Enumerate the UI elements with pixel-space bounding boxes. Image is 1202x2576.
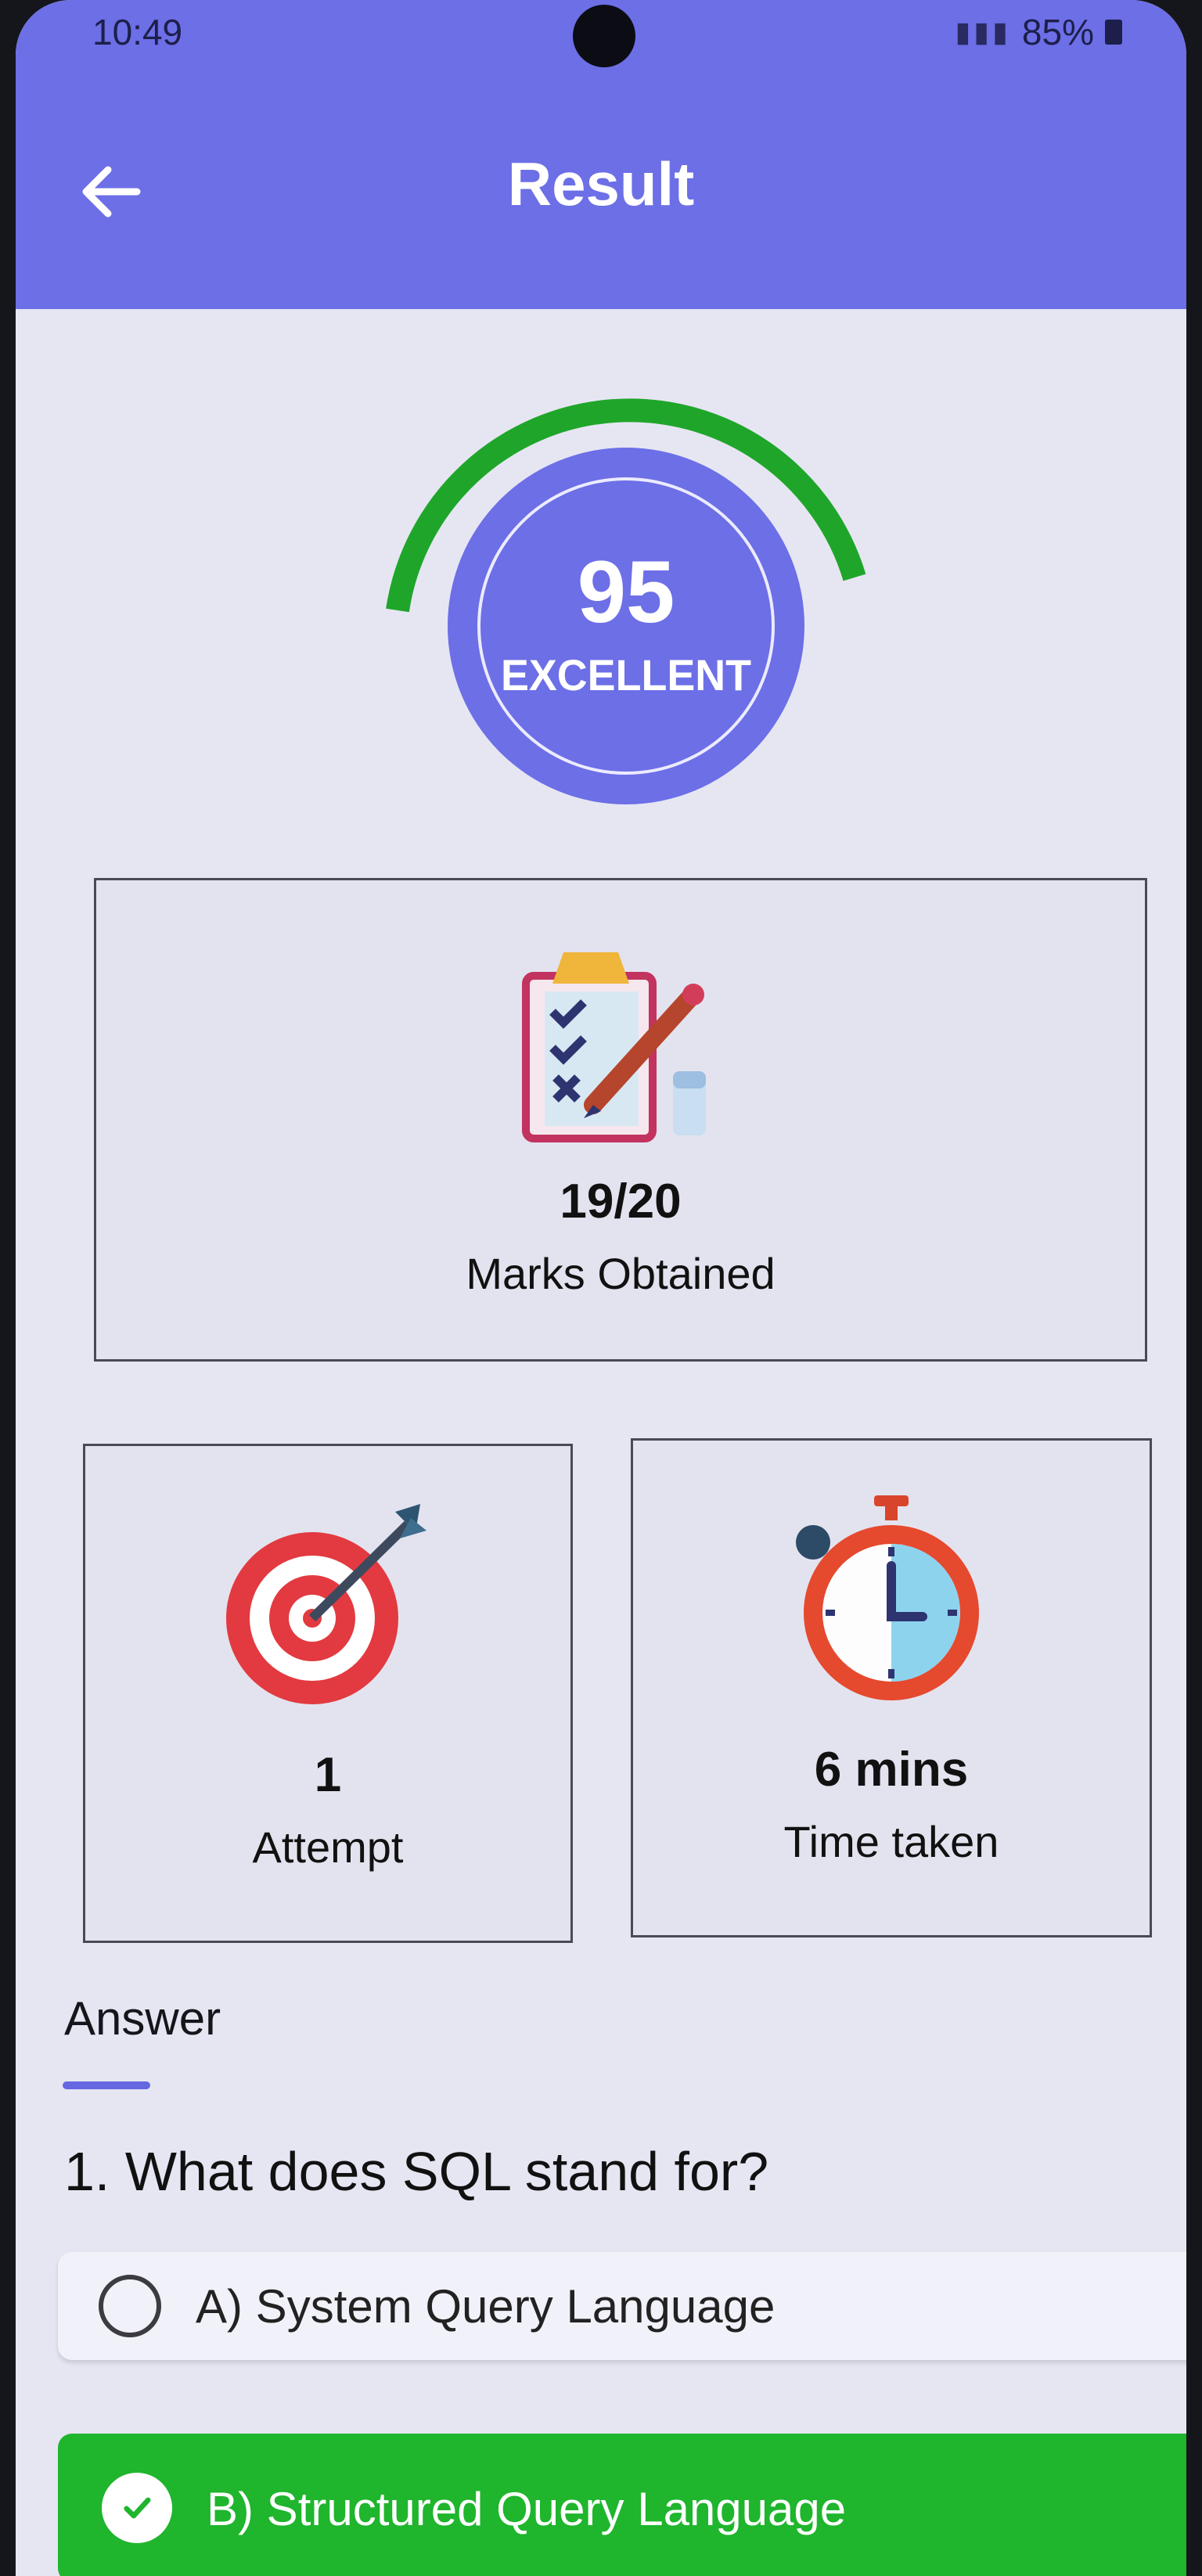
score-gauge: 95 EXCELLENT <box>386 398 866 804</box>
time-value: 6 mins <box>814 1743 969 1797</box>
attempt-value: 1 <box>314 1748 342 1802</box>
time-card: 6 mins Time taken <box>631 1438 1152 1937</box>
answer-heading-underline <box>63 2081 150 2089</box>
attempt-label: Attempt <box>252 1822 404 1872</box>
front-camera <box>573 5 635 67</box>
option-a[interactable]: A) System Query Language <box>58 2252 1186 2360</box>
target-icon <box>226 1504 426 1704</box>
status-bar: 10:49 ▮▮▮ 85% <box>16 5 1186 67</box>
page-title: Result <box>507 149 695 218</box>
radio-unchecked-icon <box>99 2275 161 2337</box>
status-time: 10:49 <box>92 12 183 52</box>
signal-icon: ▮▮▮ <box>955 16 1011 48</box>
clipboard-checklist-icon <box>522 952 706 1142</box>
marks-value: 19/20 <box>560 1175 682 1229</box>
battery-icon <box>1105 20 1122 45</box>
time-label: Time taken <box>783 1817 999 1866</box>
option-a-label: A) System Query Language <box>196 2279 776 2333</box>
question-text: 1. What does SQL stand for? <box>64 2141 769 2202</box>
option-b[interactable]: B) Structured Query Language <box>58 2434 1186 2576</box>
attempt-card: 1 Attempt <box>83 1444 573 1943</box>
option-b-label: B) Structured Query Language <box>207 2483 847 2535</box>
score-value: 95 <box>578 543 675 641</box>
answer-heading: Answer <box>64 1992 221 2045</box>
check-circle-icon <box>102 2473 172 2543</box>
stopwatch-icon <box>796 1495 979 1700</box>
status-icons: ▮▮▮ 85% <box>955 11 1122 53</box>
phone-screen: 10:49 ▮▮▮ 85% Result 95 EXCELLENT 19/20 … <box>16 0 1186 2576</box>
battery-percent: 85% <box>1021 12 1094 52</box>
score-grade: EXCELLENT <box>501 650 751 700</box>
marks-card: 19/20 Marks Obtained <box>94 878 1147 1362</box>
app-bar: 10:49 ▮▮▮ 85% Result <box>16 0 1186 309</box>
marks-label: Marks Obtained <box>466 1249 776 1298</box>
